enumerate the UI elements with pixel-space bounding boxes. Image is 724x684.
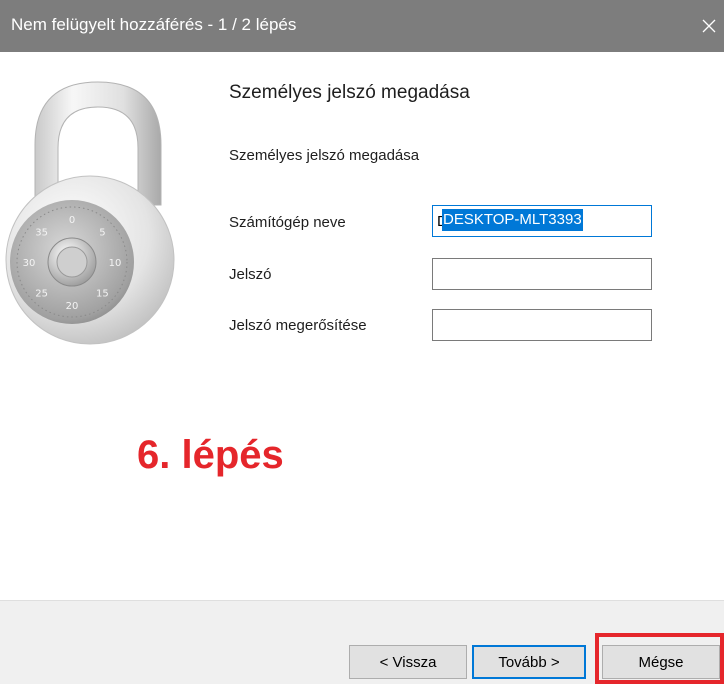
confirm-password-input[interactable]: [432, 309, 652, 341]
back-button[interactable]: < Vissza: [349, 645, 467, 679]
password-input[interactable]: [432, 258, 652, 290]
close-icon: [702, 19, 716, 33]
dial-number: 35: [35, 228, 48, 239]
computer-name-input[interactable]: [432, 205, 652, 237]
dial-number: 30: [23, 258, 36, 269]
dial-number: 25: [35, 288, 48, 299]
padlock-icon: 0 5 10 15 20 25 30 35: [5, 81, 175, 345]
page-subheading: Személyes jelszó megadása: [229, 147, 420, 164]
confirm-password-label: Jelszó megerősítése: [229, 317, 367, 334]
button-bar: < Vissza Tovább > Mégse: [0, 600, 724, 684]
password-label: Jelszó: [229, 266, 272, 283]
step-annotation: 6. lépés: [137, 433, 284, 477]
dial-number: 5: [99, 228, 105, 239]
dial-number: 0: [69, 215, 75, 226]
close-button[interactable]: [694, 0, 724, 52]
dialog-content: 0 5 10 15 20 25 30 35 Személyes jelszó megadása…: [0, 52, 724, 600]
page-heading: Személyes jelszó megadása: [229, 82, 470, 103]
next-button[interactable]: Tovább >: [472, 645, 586, 679]
dial-number: 20: [66, 301, 79, 312]
window-title: Nem felügyelt hozzáférés - 1 / 2 lépés: [11, 15, 297, 34]
dial-number: 10: [109, 258, 122, 269]
dial-number: 15: [96, 288, 109, 299]
title-bar: Nem felügyelt hozzáférés - 1 / 2 lépés: [0, 0, 724, 52]
computer-name-label: Számítógép neve: [229, 214, 346, 231]
cancel-button[interactable]: Mégse: [602, 645, 720, 679]
